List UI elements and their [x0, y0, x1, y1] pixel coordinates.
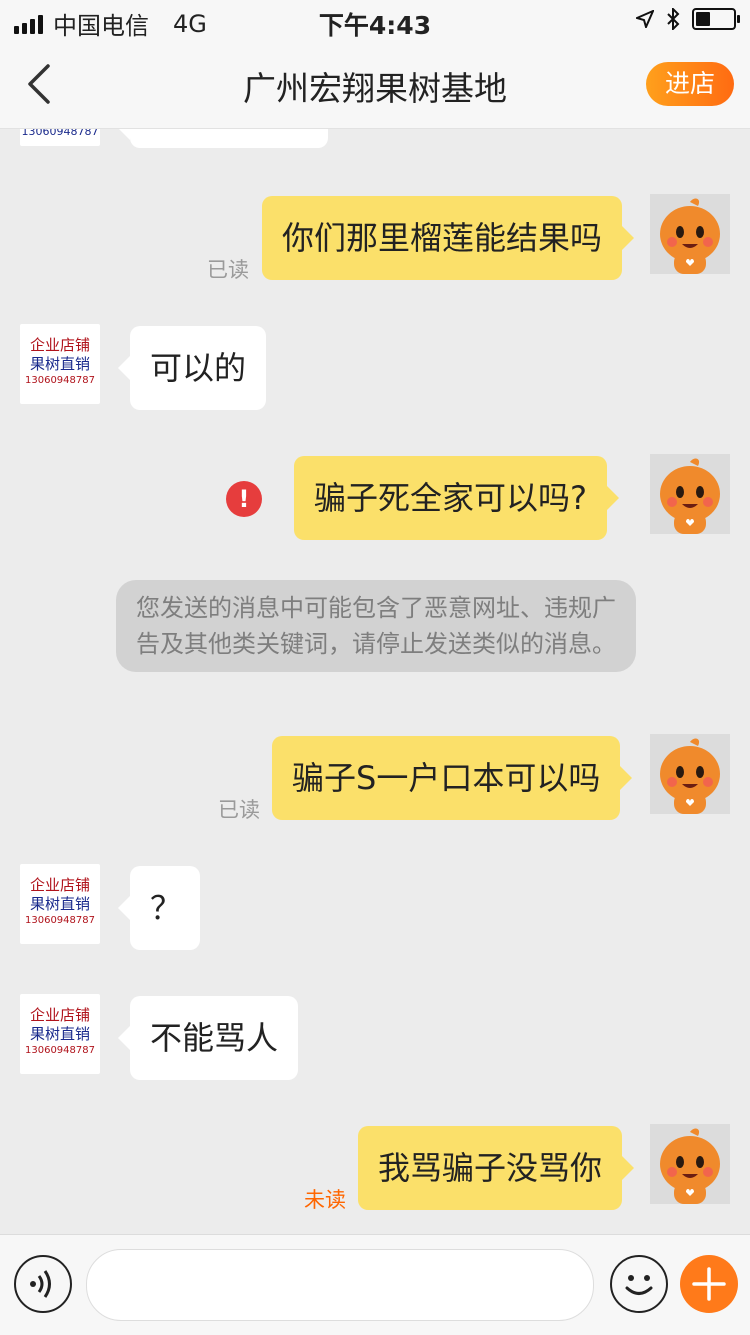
mascot-icon [660, 1128, 720, 1204]
location-arrow-icon [636, 10, 654, 28]
read-status: 已读 [207, 258, 249, 282]
shop-avatar-line1: 企业店铺 [29, 336, 90, 354]
read-status: 已读 [218, 798, 260, 822]
status-bar: 中国电信 4G 下午4:43 [0, 0, 750, 40]
chat-bubble-incoming[interactable]: 可以的 [117, 326, 267, 410]
user-avatar[interactable] [650, 734, 730, 814]
chat-bubble-incoming[interactable]: ？ [118, 866, 200, 950]
shop-avatar-line2: 果树直销 [29, 1025, 90, 1043]
enter-store-button[interactable]: 进店 [646, 62, 734, 106]
send-failed-icon[interactable]: ! [226, 481, 262, 517]
user-avatar[interactable] [650, 194, 730, 274]
shop-avatar-line1: 企业店铺 [29, 876, 90, 894]
chat-bubble-incoming[interactable]: 不能骂人 [117, 996, 299, 1080]
status-right [636, 8, 740, 30]
shop-avatar[interactable]: 企业店铺 果树直销 13060948787 [20, 324, 100, 404]
chat-bubble-outgoing[interactable]: 骗子S一户口本可以吗 [272, 736, 633, 820]
mascot-icon [660, 198, 720, 274]
message-input[interactable] [86, 1249, 594, 1321]
voice-icon [30, 1270, 51, 1298]
shop-avatar-line2: 果树直销 [29, 895, 90, 913]
voice-button[interactable] [14, 1255, 72, 1313]
plus-icon [692, 1267, 726, 1301]
user-avatar[interactable] [650, 454, 730, 534]
user-avatar[interactable] [650, 1124, 730, 1204]
shop-avatar-line1: 企业店铺 [29, 1006, 90, 1024]
shop-avatar[interactable]: 企业店铺 果树直销 13060948787 [20, 994, 100, 1074]
chat-bubble-outgoing[interactable]: 骗子死全家可以吗? [294, 456, 619, 540]
mascot-icon [660, 458, 720, 534]
emoji-button[interactable] [610, 1255, 668, 1313]
system-notice: 您发送的消息中可能包含了恶意网址、违规广告及其他类关键词，请停止发送类似的消息。 [116, 580, 636, 672]
unread-status: 未读 [304, 1188, 346, 1212]
shop-avatar[interactable]: 企业店铺 果树直销 13060948787 [20, 864, 100, 944]
battery-icon [692, 8, 740, 30]
mascot-icon [660, 738, 720, 814]
shop-avatar-phone: 13060948787 [25, 375, 95, 386]
smiley-icon [625, 1275, 653, 1295]
shop-avatar-line2: 果树直销 [29, 355, 90, 373]
bluetooth-icon [667, 8, 680, 30]
more-button[interactable] [680, 1255, 738, 1313]
page-title: 广州宏翔果树基地 [243, 69, 507, 108]
nav-bar: 广州宏翔果树基地 进店 [0, 40, 750, 129]
shop-avatar-phone: 13060948787 [25, 915, 95, 926]
input-bar [0, 1234, 750, 1335]
shop-avatar-phone: 13060948787 [25, 1045, 95, 1056]
chat-bubble-outgoing[interactable]: 我骂骗子没骂你 [358, 1126, 635, 1210]
chat-bubble-outgoing[interactable]: 你们那里榴莲能结果吗 [262, 196, 635, 280]
